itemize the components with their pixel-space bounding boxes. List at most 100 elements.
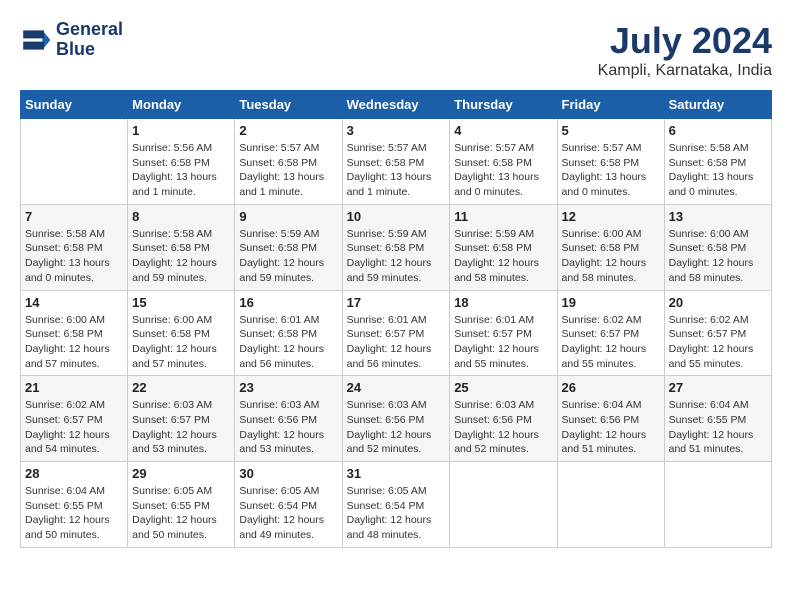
weekday-header-monday: Monday bbox=[128, 91, 235, 119]
day-info: Sunrise: 6:04 AMSunset: 6:55 PMDaylight:… bbox=[25, 484, 123, 543]
calendar-cell: 16Sunrise: 6:01 AMSunset: 6:58 PMDayligh… bbox=[235, 290, 342, 376]
day-info: Sunrise: 5:58 AMSunset: 6:58 PMDaylight:… bbox=[132, 227, 230, 286]
day-info: Sunrise: 6:00 AMSunset: 6:58 PMDaylight:… bbox=[562, 227, 660, 286]
day-number: 27 bbox=[669, 380, 767, 395]
day-info: Sunrise: 5:58 AMSunset: 6:58 PMDaylight:… bbox=[25, 227, 123, 286]
calendar-cell: 29 Sunrise: 6:05 AMSunset: 6:55 PMDayligh… bbox=[128, 462, 235, 548]
day-number: 17 bbox=[347, 295, 446, 310]
day-info: Sunrise: 6:00 AMSunset: 6:58 PMDaylight:… bbox=[132, 313, 230, 372]
calendar-week-4: 21 Sunrise: 6:02 AMSunset: 6:57 PMDayligh… bbox=[21, 376, 772, 462]
calendar-week-1: 1 Sunrise: 5:56 AMSunset: 6:58 PMDaylight… bbox=[21, 119, 772, 205]
weekday-header-wednesday: Wednesday bbox=[342, 91, 450, 119]
calendar-cell: 15 Sunrise: 6:00 AMSunset: 6:58 PMDayligh… bbox=[128, 290, 235, 376]
day-number: 5 bbox=[562, 123, 660, 138]
location: Kampli, Karnataka, India bbox=[598, 62, 772, 80]
day-info: Sunrise: 5:57 AMSunset: 6:58 PMDaylight:… bbox=[562, 141, 660, 200]
logo-line2: Blue bbox=[56, 40, 123, 60]
day-number: 8 bbox=[132, 209, 230, 224]
day-number: 14 bbox=[25, 295, 123, 310]
calendar-cell: 27Sunrise: 6:04 AMSunset: 6:55 PMDayligh… bbox=[664, 376, 771, 462]
calendar-cell: 4Sunrise: 5:57 AMSunset: 6:58 PMDaylight… bbox=[450, 119, 557, 205]
day-info: Sunrise: 6:05 AMSunset: 6:54 PMDaylight:… bbox=[239, 484, 337, 543]
calendar-cell: 2 Sunrise: 5:57 AMSunset: 6:58 PMDaylight… bbox=[235, 119, 342, 205]
weekday-header-tuesday: Tuesday bbox=[235, 91, 342, 119]
calendar-cell: 28 Sunrise: 6:04 AMSunset: 6:55 PMDayligh… bbox=[21, 462, 128, 548]
day-info: Sunrise: 6:03 AMSunset: 6:56 PMDaylight:… bbox=[454, 398, 552, 457]
day-info: Sunrise: 5:59 AMSunset: 6:58 PMDaylight:… bbox=[347, 227, 446, 286]
day-number: 20 bbox=[669, 295, 767, 310]
calendar-cell: 22 Sunrise: 6:03 AMSunset: 6:57 PMDayligh… bbox=[128, 376, 235, 462]
calendar-cell: 12 Sunrise: 6:00 AMSunset: 6:58 PMDayligh… bbox=[557, 204, 664, 290]
logo-text: General Blue bbox=[56, 20, 123, 60]
day-number: 24 bbox=[347, 380, 446, 395]
calendar-cell: 5 Sunrise: 5:57 AMSunset: 6:58 PMDaylight… bbox=[557, 119, 664, 205]
month-title: July 2024 bbox=[598, 20, 772, 62]
calendar-cell: 13Sunrise: 6:00 AMSunset: 6:58 PMDayligh… bbox=[664, 204, 771, 290]
day-number: 10 bbox=[347, 209, 446, 224]
day-number: 2 bbox=[239, 123, 337, 138]
day-number: 21 bbox=[25, 380, 123, 395]
calendar-cell: 7 Sunrise: 5:58 AMSunset: 6:58 PMDaylight… bbox=[21, 204, 128, 290]
calendar-week-2: 7 Sunrise: 5:58 AMSunset: 6:58 PMDaylight… bbox=[21, 204, 772, 290]
day-info: Sunrise: 6:03 AMSunset: 6:57 PMDaylight:… bbox=[132, 398, 230, 457]
day-number: 19 bbox=[562, 295, 660, 310]
page-header: General Blue July 2024 Kampli, Karnataka… bbox=[20, 20, 772, 80]
day-info: Sunrise: 5:57 AMSunset: 6:58 PMDaylight:… bbox=[239, 141, 337, 200]
calendar-cell: 1 Sunrise: 5:56 AMSunset: 6:58 PMDaylight… bbox=[128, 119, 235, 205]
day-number: 16 bbox=[239, 295, 337, 310]
day-number: 22 bbox=[132, 380, 230, 395]
calendar-table: SundayMondayTuesdayWednesdayThursdayFrid… bbox=[20, 90, 772, 548]
day-number: 26 bbox=[562, 380, 660, 395]
calendar-cell bbox=[664, 462, 771, 548]
weekday-header-friday: Friday bbox=[557, 91, 664, 119]
calendar-week-5: 28 Sunrise: 6:04 AMSunset: 6:55 PMDayligh… bbox=[21, 462, 772, 548]
day-number: 6 bbox=[669, 123, 767, 138]
calendar-cell: 20Sunrise: 6:02 AMSunset: 6:57 PMDayligh… bbox=[664, 290, 771, 376]
day-number: 12 bbox=[562, 209, 660, 224]
calendar-cell: 17Sunrise: 6:01 AMSunset: 6:57 PMDayligh… bbox=[342, 290, 450, 376]
day-number: 7 bbox=[25, 209, 123, 224]
day-info: Sunrise: 5:56 AMSunset: 6:58 PMDaylight:… bbox=[132, 141, 230, 200]
calendar-cell bbox=[450, 462, 557, 548]
calendar-cell bbox=[21, 119, 128, 205]
day-info: Sunrise: 6:00 AMSunset: 6:58 PMDaylight:… bbox=[669, 227, 767, 286]
day-info: Sunrise: 6:01 AMSunset: 6:57 PMDaylight:… bbox=[454, 313, 552, 372]
logo: General Blue bbox=[20, 20, 123, 60]
weekday-header-saturday: Saturday bbox=[664, 91, 771, 119]
calendar-cell: 31Sunrise: 6:05 AMSunset: 6:54 PMDayligh… bbox=[342, 462, 450, 548]
calendar-cell: 21 Sunrise: 6:02 AMSunset: 6:57 PMDayligh… bbox=[21, 376, 128, 462]
day-number: 1 bbox=[132, 123, 230, 138]
calendar-cell: 23Sunrise: 6:03 AMSunset: 6:56 PMDayligh… bbox=[235, 376, 342, 462]
calendar-cell: 9Sunrise: 5:59 AMSunset: 6:58 PMDaylight… bbox=[235, 204, 342, 290]
calendar-cell: 24 Sunrise: 6:03 AMSunset: 6:56 PMDayligh… bbox=[342, 376, 450, 462]
calendar-cell: 10 Sunrise: 5:59 AMSunset: 6:58 PMDayligh… bbox=[342, 204, 450, 290]
day-info: Sunrise: 5:59 AMSunset: 6:58 PMDaylight:… bbox=[239, 227, 337, 286]
day-number: 11 bbox=[454, 209, 552, 224]
day-number: 25 bbox=[454, 380, 552, 395]
day-info: Sunrise: 5:58 AMSunset: 6:58 PMDaylight:… bbox=[669, 141, 767, 200]
day-number: 18 bbox=[454, 295, 552, 310]
day-info: Sunrise: 6:03 AMSunset: 6:56 PMDaylight:… bbox=[347, 398, 446, 457]
day-number: 15 bbox=[132, 295, 230, 310]
logo-line1: General bbox=[56, 20, 123, 40]
calendar-cell: 18 Sunrise: 6:01 AMSunset: 6:57 PMDayligh… bbox=[450, 290, 557, 376]
day-number: 28 bbox=[25, 466, 123, 481]
calendar-cell: 26 Sunrise: 6:04 AMSunset: 6:56 PMDayligh… bbox=[557, 376, 664, 462]
calendar-cell: 11 Sunrise: 5:59 AMSunset: 6:58 PMDayligh… bbox=[450, 204, 557, 290]
day-number: 31 bbox=[347, 466, 446, 481]
calendar-cell bbox=[557, 462, 664, 548]
day-info: Sunrise: 6:05 AMSunset: 6:55 PMDaylight:… bbox=[132, 484, 230, 543]
day-info: Sunrise: 6:04 AMSunset: 6:56 PMDaylight:… bbox=[562, 398, 660, 457]
calendar-cell: 3Sunrise: 5:57 AMSunset: 6:58 PMDaylight… bbox=[342, 119, 450, 205]
calendar-cell: 19 Sunrise: 6:02 AMSunset: 6:57 PMDayligh… bbox=[557, 290, 664, 376]
weekday-header-row: SundayMondayTuesdayWednesdayThursdayFrid… bbox=[21, 91, 772, 119]
weekday-header-sunday: Sunday bbox=[21, 91, 128, 119]
day-number: 29 bbox=[132, 466, 230, 481]
day-number: 3 bbox=[347, 123, 446, 138]
calendar-cell: 14Sunrise: 6:00 AMSunset: 6:58 PMDayligh… bbox=[21, 290, 128, 376]
day-info: Sunrise: 6:02 AMSunset: 6:57 PMDaylight:… bbox=[25, 398, 123, 457]
day-info: Sunrise: 6:02 AMSunset: 6:57 PMDaylight:… bbox=[562, 313, 660, 372]
day-info: Sunrise: 5:57 AMSunset: 6:58 PMDaylight:… bbox=[454, 141, 552, 200]
day-info: Sunrise: 5:59 AMSunset: 6:58 PMDaylight:… bbox=[454, 227, 552, 286]
calendar-week-3: 14 Sunrise: 6:00 AMSunset: 6:58 PMDayligh… bbox=[21, 290, 772, 376]
